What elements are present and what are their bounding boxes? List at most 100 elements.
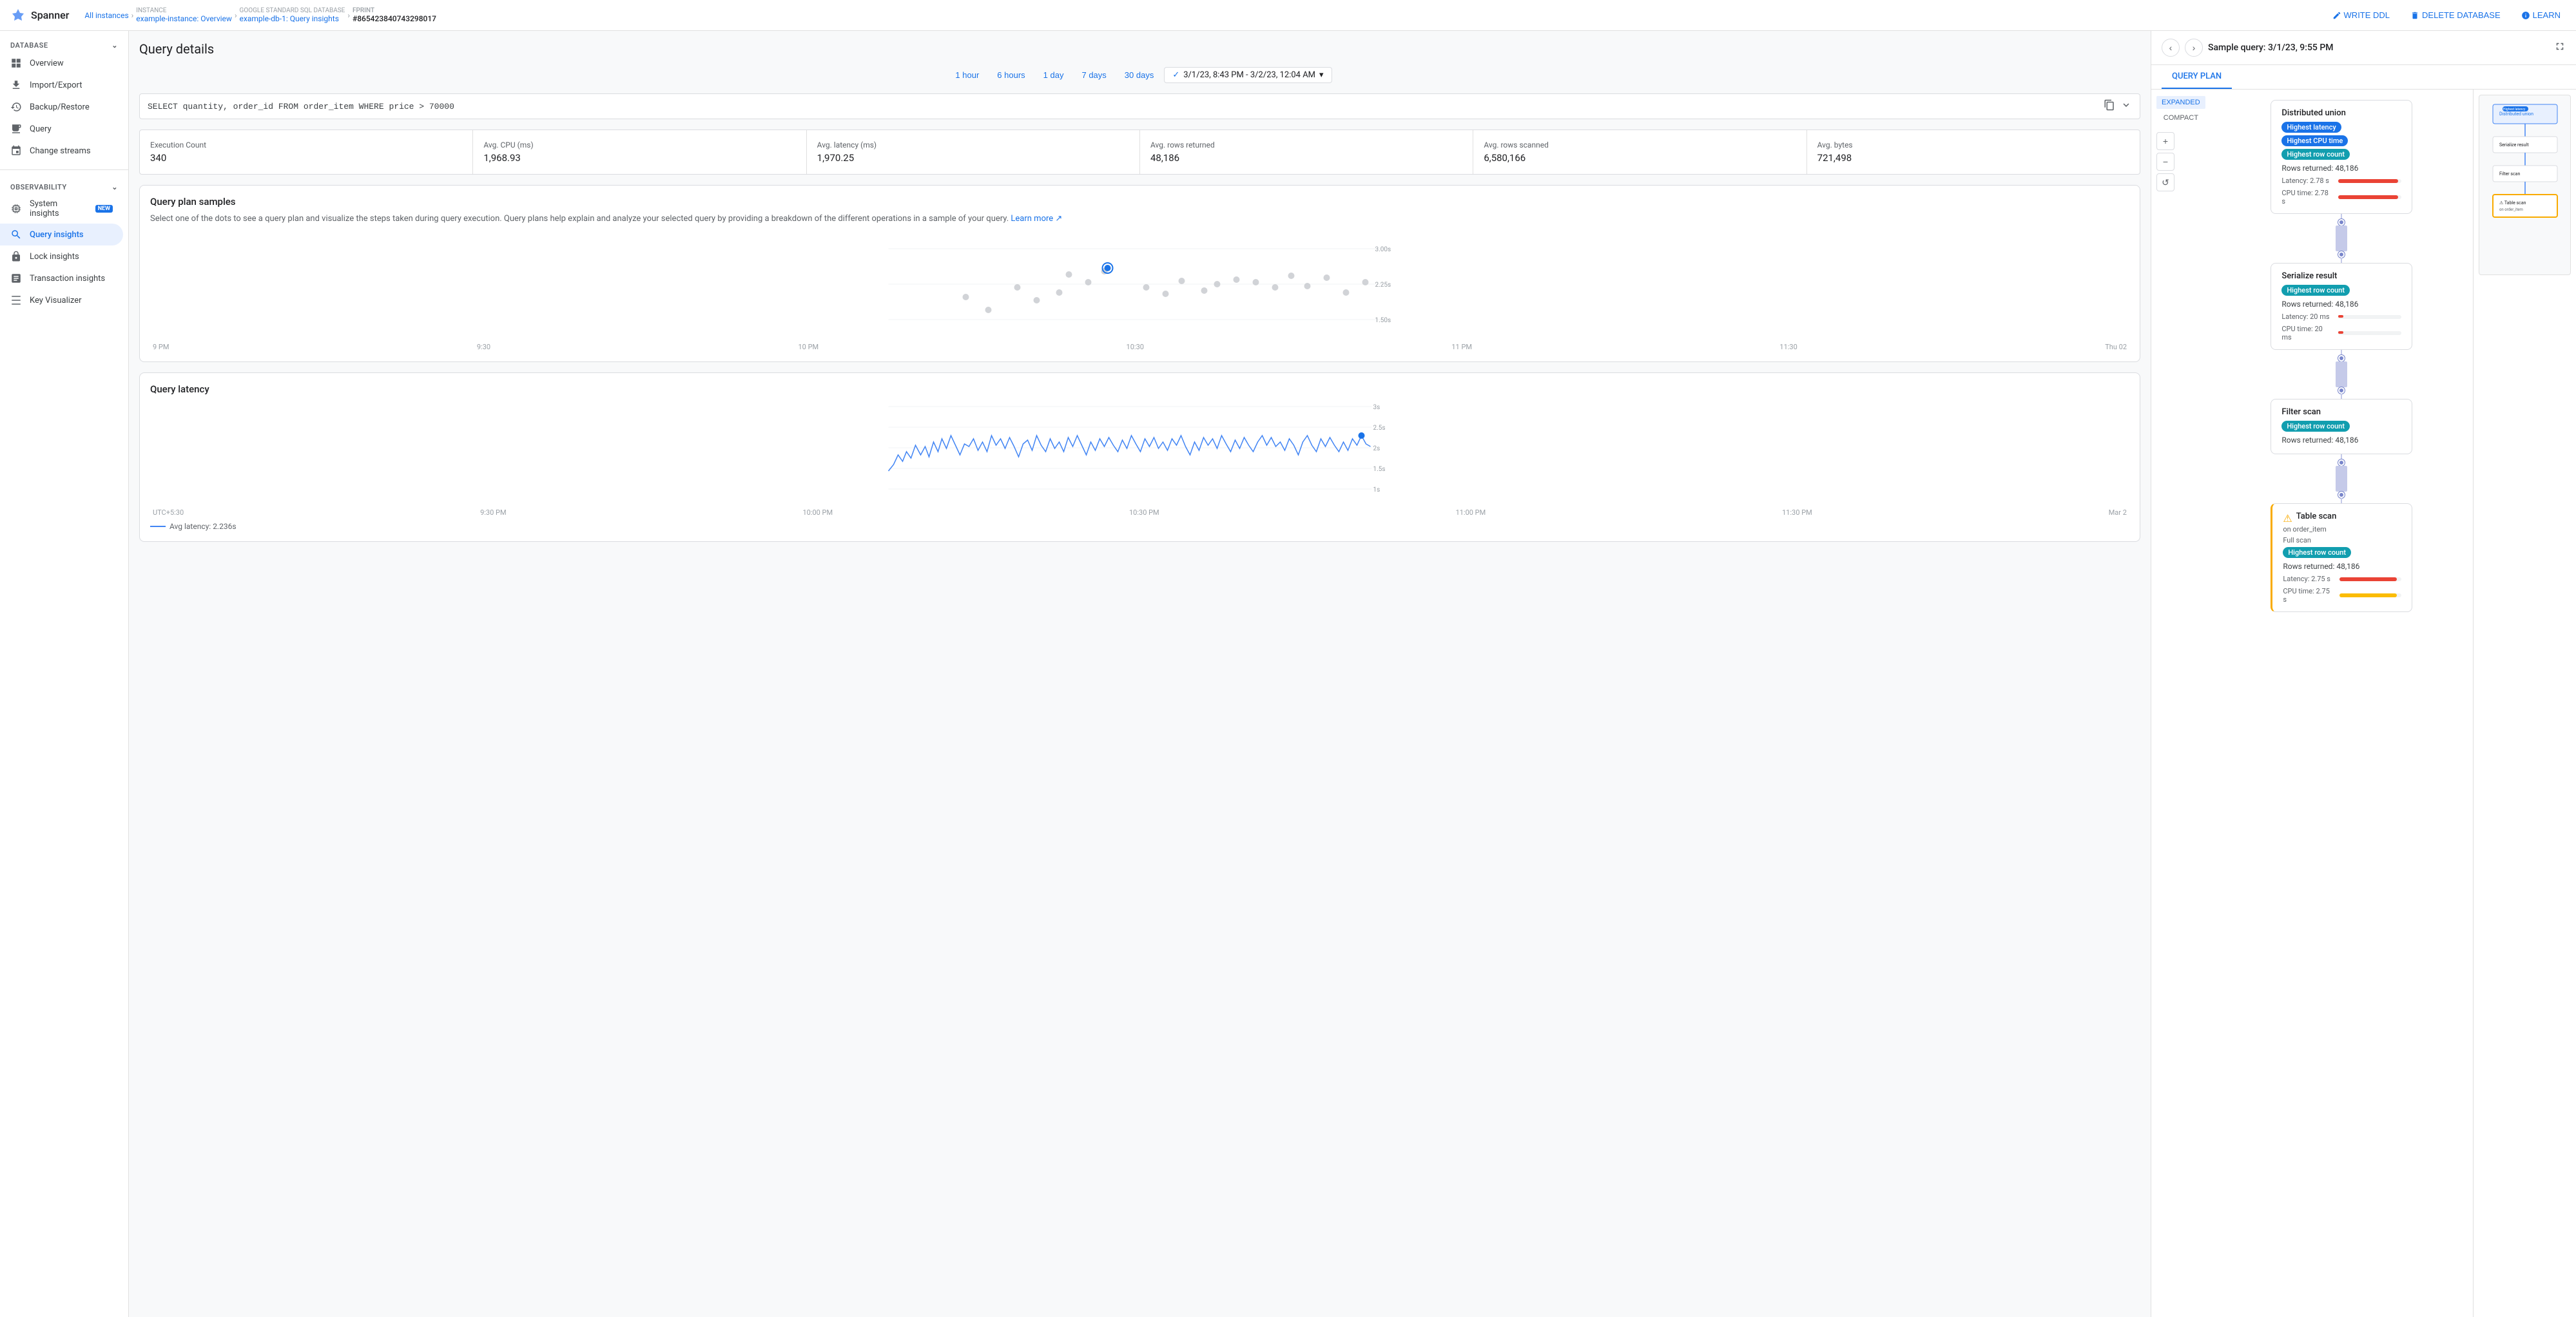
content-area: Query details 1 hour 6 hours 1 day 7 day… bbox=[129, 31, 2576, 1317]
node-serialize-result: Serialize result Highest row count Rows … bbox=[2271, 263, 2412, 350]
time-range-picker[interactable]: ✓ 3/1/23, 8:43 PM - 3/2/23, 12:04 AM ▾ bbox=[1164, 67, 1332, 83]
node-1-rows: Rows returned: 48,186 bbox=[2281, 300, 2401, 309]
breadcrumb-instance[interactable]: INSTANCE example-instance: Overview bbox=[136, 7, 232, 23]
copy-icon[interactable] bbox=[2104, 99, 2115, 113]
zoom-in-button[interactable]: + bbox=[2156, 132, 2174, 150]
system-icon bbox=[10, 203, 22, 215]
badge-table-row-count: Highest row count bbox=[2283, 547, 2351, 558]
svg-text:2.5s: 2.5s bbox=[1373, 425, 1386, 432]
svg-text:3.00s: 3.00s bbox=[1375, 246, 1391, 253]
app-logo: Spanner bbox=[10, 8, 69, 23]
stat-avg-bytes: Avg. bytes 721,498 bbox=[1807, 130, 2140, 174]
lock-icon bbox=[10, 251, 22, 262]
learn-icon bbox=[2521, 11, 2530, 20]
reset-zoom-button[interactable]: ↺ bbox=[2156, 173, 2174, 191]
query-plan-desc: Select one of the dots to see a query pl… bbox=[150, 213, 2129, 226]
observability-section: OBSERVABILITY ⌄ System insights NEW Quer… bbox=[0, 173, 128, 316]
scatter-chart: 3.00s 2.25s 1.50s bbox=[150, 236, 2129, 339]
view-toggle: EXPANDED COMPACT + − ↺ bbox=[2151, 90, 2211, 1317]
compact-view-button[interactable]: COMPACT bbox=[2156, 111, 2205, 124]
expand-query-icon[interactable] bbox=[2120, 99, 2132, 113]
connector-0-1 bbox=[2336, 214, 2347, 263]
insights-icon bbox=[10, 229, 22, 240]
node-2-rows: Rows returned: 48,186 bbox=[2281, 436, 2401, 445]
node-3-cpu-bar: CPU time: 2.75 s bbox=[2283, 587, 2401, 604]
stat-avg-latency: Avg. latency (ms) 1,970.25 bbox=[807, 130, 1140, 174]
svg-text:Distributed union: Distributed union bbox=[2499, 111, 2533, 117]
expanded-view-button[interactable]: EXPANDED bbox=[2156, 96, 2205, 109]
topbar: Spanner All instances › INSTANCE example… bbox=[0, 0, 2576, 31]
prev-sample-button[interactable]: ‹ bbox=[2162, 39, 2180, 57]
badge-highest-row-count: Highest row count bbox=[2281, 149, 2350, 160]
node-0-rows: Rows returned: 48,186 bbox=[2281, 164, 2401, 173]
badge-serialize-row-count: Highest row count bbox=[2281, 285, 2350, 296]
edit-icon bbox=[2332, 11, 2341, 20]
latency-chart: 3s 2.5s 2s 1.5s 1s bbox=[150, 400, 2129, 503]
svg-text:Highest latency: Highest latency bbox=[2503, 108, 2526, 111]
sidebar-item-query-insights[interactable]: Query insights bbox=[0, 224, 123, 245]
scatter-x-labels: 9 PM 9:30 10 PM 10:30 11 PM 11:30 Thu 02 bbox=[150, 343, 2129, 351]
delete-database-button[interactable]: DELETE DATABASE bbox=[2405, 6, 2506, 24]
query-plan-title: Query plan samples bbox=[150, 196, 2129, 207]
time-6h-button[interactable]: 6 hours bbox=[989, 68, 1032, 82]
sidebar-item-import-export[interactable]: Import/Export bbox=[0, 74, 123, 96]
breadcrumb-all-instances[interactable]: All instances bbox=[84, 11, 128, 20]
node-1-badges: Highest row count bbox=[2281, 285, 2401, 296]
latency-title: Query latency bbox=[150, 383, 2129, 395]
learn-button[interactable]: LEARN bbox=[2516, 6, 2566, 24]
node-3-bars: Latency: 2.75 s bbox=[2283, 575, 2401, 583]
panel-tabs: QUERY PLAN bbox=[2151, 65, 2576, 90]
zoom-out-button[interactable]: − bbox=[2156, 153, 2174, 171]
breadcrumb: All instances › INSTANCE example-instanc… bbox=[84, 7, 2321, 23]
node-filter-scan: Filter scan Highest row count Rows retur… bbox=[2271, 399, 2412, 454]
main-layout: DATABASE ⌄ Overview Import/Export Backu bbox=[0, 31, 2576, 1317]
sidebar-item-backup-restore[interactable]: Backup/Restore bbox=[0, 96, 123, 118]
write-ddl-button[interactable]: WRITE DDL bbox=[2327, 6, 2396, 24]
svg-text:⚠ Table scan: ⚠ Table scan bbox=[2499, 200, 2526, 206]
latency-chart-container: 3s 2.5s 2s 1.5s 1s UTC+5:30 9:30 PM 10:0… bbox=[150, 400, 2129, 531]
thumbnail-panel: Distributed union Highest latency Serial… bbox=[2473, 90, 2576, 1317]
observability-section-title: OBSERVABILITY ⌄ bbox=[0, 178, 128, 194]
learn-more-link[interactable]: Learn more ↗ bbox=[1011, 214, 1062, 224]
svg-text:1s: 1s bbox=[1373, 486, 1380, 494]
time-1d-button[interactable]: 1 day bbox=[1036, 68, 1072, 82]
sidebar-item-query[interactable]: Query bbox=[0, 118, 123, 140]
node-0-cpu-bar: CPU time: 2.78 s bbox=[2281, 189, 2401, 206]
sidebar-item-lock-insights[interactable]: Lock insights bbox=[0, 245, 123, 267]
right-panel-header: ‹ › Sample query: 3/1/23, 9:55 PM bbox=[2151, 31, 2576, 65]
time-30d-button[interactable]: 30 days bbox=[1117, 68, 1162, 82]
svg-text:3s: 3s bbox=[1373, 404, 1380, 411]
topbar-actions: WRITE DDL DELETE DATABASE LEARN bbox=[2327, 6, 2566, 24]
database-section-title: DATABASE ⌄ bbox=[0, 36, 128, 52]
svg-text:1.5s: 1.5s bbox=[1373, 466, 1386, 473]
main-content: Query details 1 hour 6 hours 1 day 7 day… bbox=[129, 31, 2151, 1317]
next-sample-button[interactable]: › bbox=[2185, 39, 2203, 57]
warning-icon: ⚠ bbox=[2283, 512, 2292, 524]
tab-query-plan[interactable]: QUERY PLAN bbox=[2162, 65, 2232, 89]
transaction-icon bbox=[10, 273, 22, 284]
fullscreen-icon[interactable] bbox=[2554, 41, 2566, 55]
stat-avg-rows-scanned: Avg. rows scanned 6,580,166 bbox=[1473, 130, 1806, 174]
breadcrumb-database[interactable]: GOOGLE STANDARD SQL DATABASE example-db-… bbox=[240, 7, 345, 23]
sidebar-item-key-visualizer[interactable]: Key Visualizer bbox=[0, 289, 123, 311]
overview-icon bbox=[10, 57, 22, 69]
stat-avg-rows-returned: Avg. rows returned 48,186 bbox=[1140, 130, 1473, 174]
svg-text:2.25s: 2.25s bbox=[1375, 282, 1391, 289]
sidebar-item-change-streams[interactable]: Change streams bbox=[0, 140, 123, 162]
svg-text:Filter scan: Filter scan bbox=[2499, 171, 2520, 177]
sidebar-item-system-insights[interactable]: System insights NEW bbox=[0, 194, 123, 224]
thumbnail-svg: Distributed union Highest latency Serial… bbox=[2480, 101, 2570, 269]
query-plan-diagram: Distributed union Highest latency Highes… bbox=[2211, 90, 2473, 1317]
import-icon bbox=[10, 79, 22, 91]
connector-2-3 bbox=[2336, 454, 2347, 503]
node-table-scan: ⚠ Table scan on order_item Full scan Hig… bbox=[2271, 503, 2412, 612]
query-icon bbox=[10, 123, 22, 135]
svg-text:Serialize result: Serialize result bbox=[2499, 142, 2529, 148]
time-7d-button[interactable]: 7 days bbox=[1074, 68, 1114, 82]
sidebar-item-overview[interactable]: Overview bbox=[0, 52, 123, 74]
time-1h-button[interactable]: 1 hour bbox=[947, 68, 987, 82]
query-plan-samples-card: Query plan samples Select one of the dot… bbox=[139, 185, 2140, 362]
sidebar-item-transaction-insights[interactable]: Transaction insights bbox=[0, 267, 123, 289]
panel-body: EXPANDED COMPACT + − ↺ Distributed union… bbox=[2151, 90, 2576, 1317]
thumbnail-minimap[interactable]: Distributed union Highest latency Serial… bbox=[2479, 95, 2571, 275]
